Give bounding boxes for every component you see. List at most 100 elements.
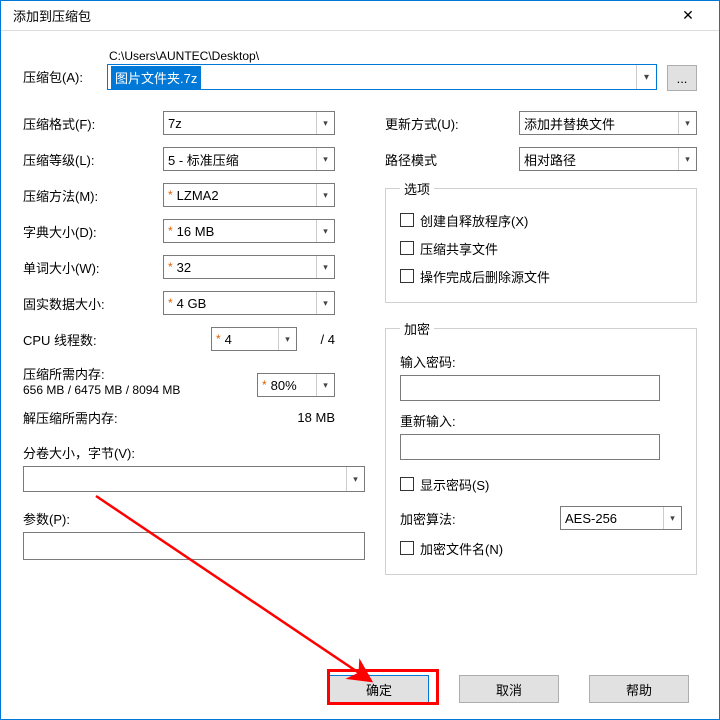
cancel-button[interactable]: 取消 xyxy=(459,675,559,703)
word-value: 32 xyxy=(177,260,191,275)
client-area: 压缩包(A): C:\Users\AUNTEC\Desktop\ 图片文件夹.7… xyxy=(1,31,719,659)
chevron-down-icon: ▾ xyxy=(316,292,334,314)
dict-select[interactable]: * 16 MB ▾ xyxy=(163,219,335,243)
word-label: 单词大小(W): xyxy=(23,258,163,277)
params-label: 参数(P): xyxy=(23,509,335,528)
cancel-label: 取消 xyxy=(496,680,522,699)
show-password-checkbox[interactable]: 显示密码(S) xyxy=(400,470,682,498)
chevron-down-icon: ▾ xyxy=(636,65,656,89)
threads-select[interactable]: * 4 ▾ xyxy=(211,327,297,351)
enc-method-select[interactable]: AES-256 ▾ xyxy=(560,506,682,530)
chevron-down-icon: ▾ xyxy=(663,507,681,529)
chevron-down-icon: ▾ xyxy=(678,112,696,134)
solid-select[interactable]: * 4 GB ▾ xyxy=(163,291,335,315)
dict-label: 字典大小(D): xyxy=(23,222,163,241)
chevron-down-icon: ▾ xyxy=(278,328,296,350)
update-label: 更新方式(U): xyxy=(385,114,519,133)
decompress-mem-label: 解压缩所需内存: xyxy=(23,408,235,427)
modified-dot-icon: * xyxy=(168,297,173,309)
modified-dot-icon: * xyxy=(216,333,221,345)
pathmode-select[interactable]: 相对路径 ▾ xyxy=(519,147,697,171)
threads-value: 4 xyxy=(225,332,232,347)
dialog-window: 添加到压缩包 ✕ 压缩包(A): C:\Users\AUNTEC\Desktop… xyxy=(0,0,720,720)
params-input[interactable] xyxy=(23,532,365,560)
encryption-legend: 加密 xyxy=(400,319,434,338)
columns: 压缩格式(F): 7z ▾ 压缩等级(L): 5 - 标准压缩 ▾ 压缩方法(M… xyxy=(23,105,697,575)
compress-mem-label: 压缩所需内存: xyxy=(23,364,257,383)
checkbox-icon xyxy=(400,477,414,491)
ok-button[interactable]: 确定 xyxy=(329,675,429,703)
archive-filename: 图片文件夹.7z xyxy=(111,66,201,89)
titlebar: 添加到压缩包 ✕ xyxy=(1,1,719,31)
compress-mem-value: 80% xyxy=(271,378,297,393)
options-legend: 选项 xyxy=(400,179,434,198)
modified-dot-icon: * xyxy=(168,189,173,201)
format-label: 压缩格式(F): xyxy=(23,114,163,133)
chevron-down-icon: ▾ xyxy=(316,374,334,396)
password2-input[interactable] xyxy=(400,434,660,460)
opt-shared-label: 压缩共享文件 xyxy=(420,239,498,258)
decompress-mem-value: 18 MB xyxy=(235,410,335,425)
compress-mem-select[interactable]: * 80% ▾ xyxy=(257,373,335,397)
modified-dot-icon: * xyxy=(262,379,267,391)
browse-label: ... xyxy=(677,71,688,86)
threads-label: CPU 线程数: xyxy=(23,330,211,349)
chevron-down-icon: ▾ xyxy=(346,467,364,491)
opt-delete-checkbox[interactable]: 操作完成后删除源文件 xyxy=(400,262,682,290)
show-password-label: 显示密码(S) xyxy=(420,475,489,494)
archive-filename-combo[interactable]: 图片文件夹.7z ▾ xyxy=(107,64,657,90)
chevron-down-icon: ▾ xyxy=(678,148,696,170)
enc-method-label: 加密算法: xyxy=(400,509,560,528)
compress-mem-detail: 656 MB / 6475 MB / 8094 MB xyxy=(23,383,257,397)
help-button[interactable]: 帮助 xyxy=(589,675,689,703)
word-select[interactable]: * 32 ▾ xyxy=(163,255,335,279)
close-icon: ✕ xyxy=(682,7,694,24)
chevron-down-icon: ▾ xyxy=(316,256,334,278)
chevron-down-icon: ▾ xyxy=(316,184,334,206)
opt-sfx-checkbox[interactable]: 创建自释放程序(X) xyxy=(400,206,682,234)
password2-label: 重新输入: xyxy=(400,411,682,430)
pathmode-value: 相对路径 xyxy=(524,150,576,169)
encryption-fieldset: 加密 输入密码: 重新输入: 显示密码(S) 加密算法: AES-256 ▾ xyxy=(385,319,697,575)
enc-method-value: AES-256 xyxy=(565,511,617,526)
checkbox-icon xyxy=(400,541,414,555)
opt-delete-label: 操作完成后删除源文件 xyxy=(420,267,550,286)
archive-label: 压缩包(A): xyxy=(23,49,107,86)
chevron-down-icon: ▾ xyxy=(316,112,334,134)
method-label: 压缩方法(M): xyxy=(23,186,163,205)
window-title: 添加到压缩包 xyxy=(9,6,665,25)
method-value: LZMA2 xyxy=(177,188,219,203)
level-select[interactable]: 5 - 标准压缩 ▾ xyxy=(163,147,335,171)
format-select[interactable]: 7z ▾ xyxy=(163,111,335,135)
split-combo[interactable]: ▾ xyxy=(23,466,365,492)
enc-names-checkbox[interactable]: 加密文件名(N) xyxy=(400,534,682,562)
archive-path: C:\Users\AUNTEC\Desktop\ xyxy=(107,49,657,64)
close-button[interactable]: ✕ xyxy=(665,1,711,31)
modified-dot-icon: * xyxy=(168,225,173,237)
update-value: 添加并替换文件 xyxy=(524,114,615,133)
update-select[interactable]: 添加并替换文件 ▾ xyxy=(519,111,697,135)
ok-label: 确定 xyxy=(366,680,392,699)
modified-dot-icon: * xyxy=(168,261,173,273)
pathmode-label: 路径模式 xyxy=(385,150,519,169)
chevron-down-icon: ▾ xyxy=(316,220,334,242)
split-label: 分卷大小，字节(V): xyxy=(23,443,335,462)
browse-button[interactable]: ... xyxy=(667,65,697,91)
checkbox-icon xyxy=(400,213,414,227)
format-value: 7z xyxy=(168,116,182,131)
checkbox-icon xyxy=(400,269,414,283)
options-fieldset: 选项 创建自释放程序(X) 压缩共享文件 操作完成后删除源文件 xyxy=(385,179,697,303)
enc-names-label: 加密文件名(N) xyxy=(420,539,503,558)
method-select[interactable]: * LZMA2 ▾ xyxy=(163,183,335,207)
dict-value: 16 MB xyxy=(177,224,215,239)
opt-sfx-label: 创建自释放程序(X) xyxy=(420,211,528,230)
password-input[interactable] xyxy=(400,375,660,401)
opt-shared-checkbox[interactable]: 压缩共享文件 xyxy=(400,234,682,262)
threads-max: / 4 xyxy=(297,332,335,347)
level-value: 5 - 标准压缩 xyxy=(168,150,239,169)
left-column: 压缩格式(F): 7z ▾ 压缩等级(L): 5 - 标准压缩 ▾ 压缩方法(M… xyxy=(23,105,335,575)
chevron-down-icon: ▾ xyxy=(316,148,334,170)
right-column: 更新方式(U): 添加并替换文件 ▾ 路径模式 相对路径 ▾ 选项 xyxy=(385,105,697,575)
level-label: 压缩等级(L): xyxy=(23,150,163,169)
help-label: 帮助 xyxy=(626,680,652,699)
